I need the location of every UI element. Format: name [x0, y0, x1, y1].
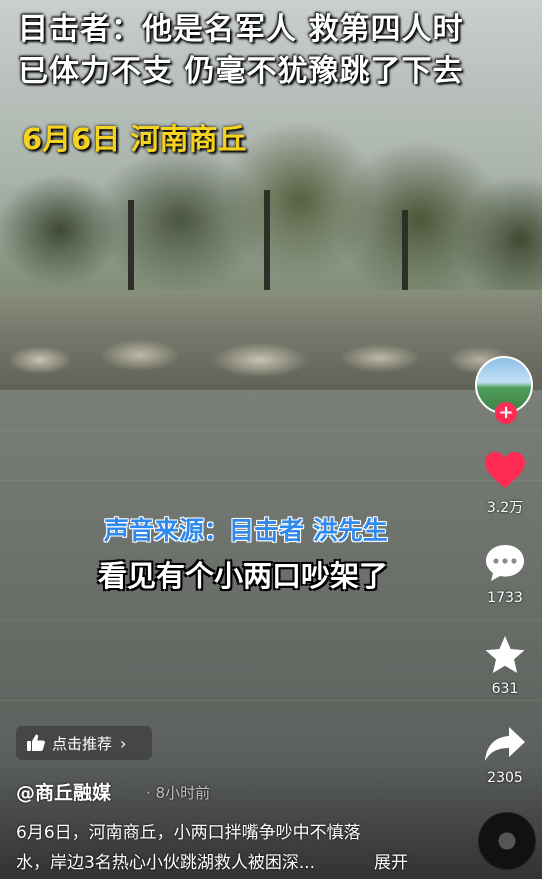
post-time: · 8小时前 — [146, 784, 211, 802]
star-icon — [485, 636, 525, 673]
subtitle-source: 声音来源：目击者 洪先生 — [104, 516, 388, 545]
heart-icon — [485, 452, 525, 488]
thumbs-up-icon — [27, 734, 45, 751]
subtitle-text: 看见有个小两口吵架了 — [98, 559, 389, 593]
description-line-2: 水，岸边3名热心小伙跳湖救人被困深... — [16, 853, 316, 873]
comment-icon — [486, 545, 524, 581]
video-background-trees — [0, 70, 542, 320]
comment-count: 1733 — [487, 590, 523, 606]
follow-button[interactable]: + — [495, 402, 517, 424]
favorite-count: 631 — [491, 681, 519, 697]
share-button[interactable] — [480, 724, 530, 768]
recommend-button[interactable]: 点击推荐 › — [16, 726, 152, 760]
music-disc-icon[interactable] — [478, 812, 536, 870]
expand-link[interactable]: 展开 — [374, 848, 408, 873]
water-ripple — [0, 700, 542, 701]
video-background-rocks — [0, 330, 542, 390]
water-ripple — [0, 620, 542, 621]
like-button[interactable] — [480, 450, 530, 494]
chevron-right-icon: › — [120, 733, 127, 753]
headline-line-2: 已体力不支 仍毫不犹豫跳了下去 — [18, 54, 464, 89]
like-count: 3.2万 — [486, 500, 524, 516]
favorite-button[interactable] — [480, 634, 530, 680]
water-ripple — [0, 430, 542, 431]
share-icon — [485, 727, 525, 761]
recommend-label: 点击推荐 — [52, 734, 113, 753]
description-line-1: 6月6日，河南商丘，小两口拌嘴争吵中不慎落 — [16, 823, 361, 843]
comment-button[interactable] — [480, 542, 530, 588]
headline-line-1: 目击者：他是名军人 救第四人时 — [18, 12, 464, 47]
date-location-caption: 6月6日 河南商丘 — [22, 122, 247, 156]
author-name[interactable]: @商丘融媒 — [16, 778, 111, 805]
share-count: 2305 — [487, 770, 523, 786]
water-ripple — [0, 480, 542, 481]
